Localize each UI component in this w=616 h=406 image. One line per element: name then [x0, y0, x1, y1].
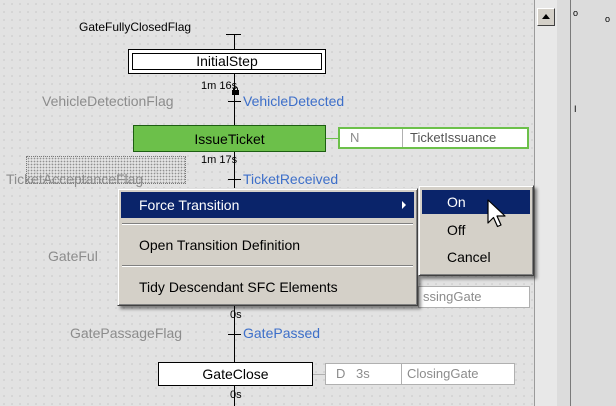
step-initialstep[interactable]: InitialStep	[128, 49, 326, 74]
menu-item-force-transition[interactable]: Force Transition	[121, 192, 414, 218]
action-connector	[326, 138, 338, 139]
mouse-pointer-icon	[486, 199, 510, 231]
right-panel	[557, 0, 616, 406]
action-divider	[402, 129, 403, 147]
menu-item-label: Force Transition	[139, 197, 240, 213]
submenu-arrow-icon	[402, 201, 406, 209]
submenu-item-cancel[interactable]: Cancel	[422, 245, 530, 269]
action-name: ssingGate	[423, 289, 482, 304]
top-flag-label: GateFullyClosedFlag	[79, 20, 192, 34]
step-label: InitialStep	[196, 53, 258, 69]
action-closinggate[interactable]: D 3s ClosingGate	[325, 363, 515, 385]
action-name: TicketIssuance	[410, 130, 497, 145]
lock-icon	[231, 82, 240, 95]
transition-bar	[228, 334, 241, 335]
submenu-item-off[interactable]: Off	[422, 218, 530, 242]
action-qualifier: N	[350, 130, 360, 145]
step-issueticket[interactable]: IssueTicket	[133, 125, 326, 152]
right-panel-label: o	[605, 14, 611, 24]
menu-separator	[122, 265, 413, 267]
step-timer: 0s	[230, 309, 242, 321]
transition-bar	[228, 101, 241, 102]
action-divider	[401, 364, 402, 384]
action-name: ClosingGate	[407, 366, 479, 381]
transition-gatepassed[interactable]: GatePassed	[243, 325, 320, 341]
menu-item-tidy-descendant-sfc-elements[interactable]: Tidy Descendant SFC Elements	[121, 274, 414, 300]
menu-item-label: Tidy Descendant SFC Elements	[139, 279, 338, 295]
action-qualifier: D	[336, 366, 346, 381]
menu-separator	[122, 223, 413, 225]
transition-flag-label: VehicleDetectionFlag	[42, 93, 174, 109]
transition-ticketreceived[interactable]: TicketReceived	[243, 171, 338, 187]
transition-flag-label: TicketAcceptanceFlag	[6, 171, 144, 187]
transition-bar	[228, 179, 241, 180]
right-panel-label: I	[574, 104, 577, 114]
action-connector	[313, 374, 325, 375]
action-ticketissuance[interactable]: N TicketIssuance	[338, 127, 529, 149]
step-timer: 1m 17s	[201, 154, 238, 166]
vertical-scrollbar[interactable]	[534, 0, 557, 406]
context-menu: Force Transition Open Transition Definit…	[117, 188, 418, 306]
application-window: GateFullyClosedFlag InitialStep 1m 16s V…	[0, 0, 616, 406]
menu-item-open-transition-definition[interactable]: Open Transition Definition	[121, 232, 414, 258]
step-label: IssueTicket	[194, 131, 265, 147]
action-openinggate[interactable]: ssingGate	[418, 286, 530, 308]
scroll-up-button[interactable]	[537, 8, 555, 26]
right-panel-label: o	[573, 8, 579, 18]
step-label: GateClose	[202, 366, 269, 382]
menu-item-label: Open Transition Definition	[139, 237, 301, 253]
right-panel-divider[interactable]	[570, 0, 571, 406]
transition-flag-label-partial: GateFul	[48, 248, 98, 264]
connector-line	[234, 34, 235, 49]
action-time: 3s	[356, 366, 370, 381]
transition-vehicledetected[interactable]: VehicleDetected	[243, 93, 344, 109]
step-gateclose[interactable]: GateClose	[158, 362, 313, 386]
transition-flag-label: GatePassageFlag	[70, 325, 183, 341]
step-timer: 0s	[230, 389, 242, 401]
submenu-item-on[interactable]: On	[422, 190, 530, 214]
force-transition-submenu: On Off Cancel	[418, 185, 534, 276]
